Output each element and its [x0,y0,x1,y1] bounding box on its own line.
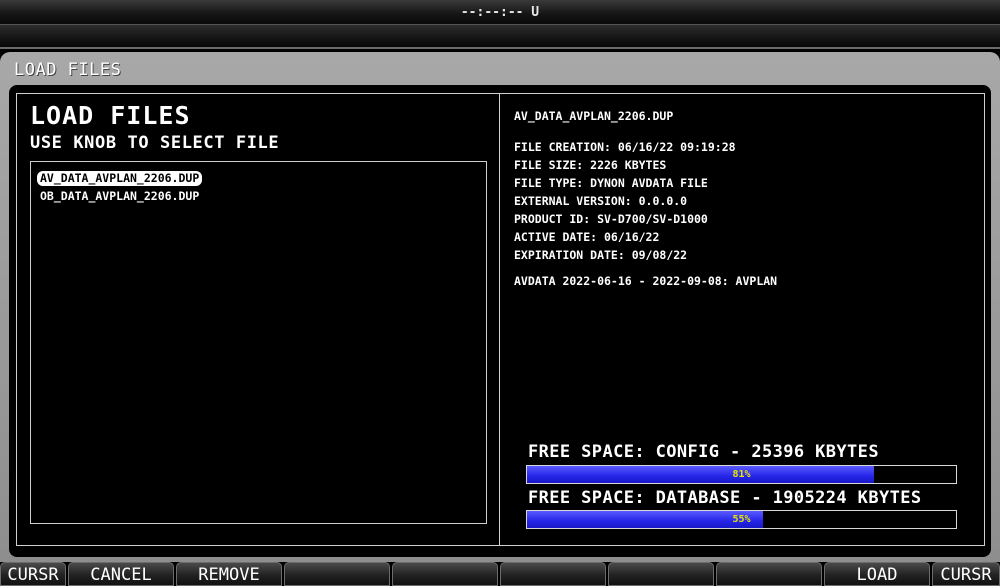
softkey-4[interactable] [284,562,390,586]
page-heading: LOAD FILES [30,101,191,130]
detail-active-date: ACTIVE DATE: 06/16/22 [514,230,660,244]
softkey-cursor-left[interactable]: CURSR [0,562,66,586]
free-space-database-label: FREE SPACE: DATABASE - 1905224 KBYTES [528,488,922,508]
softkey-8[interactable] [716,562,822,586]
softkey-cursor-right[interactable]: CURSR [932,562,1000,586]
free-space-config-percent: 81% [732,469,751,480]
softkey-7[interactable] [608,562,714,586]
softkey-load[interactable]: LOAD [824,562,930,586]
file-list[interactable]: AV_DATA_AVPLAN_2206.DUP OB_DATA_AVPLAN_2… [30,161,487,524]
panel-title: LOAD FILES [14,60,122,80]
softkey-5[interactable] [392,562,498,586]
detail-file-creation: FILE CREATION: 06/16/22 09:19:28 [514,140,736,154]
clock-readout: --:--:-- U [460,5,540,20]
detail-filename: AV_DATA_AVPLAN_2206.DUP [514,109,674,123]
detail-external-version: EXTERNAL VERSION: 0.0.0.0 [514,194,688,208]
file-list-item-selected[interactable]: AV_DATA_AVPLAN_2206.DUP [37,171,203,186]
free-space-config-bar: 81% [526,465,957,484]
detail-expiration-date: EXPIRATION DATE: 09/08/22 [514,248,688,262]
detail-summary: AVDATA 2022-06-16 - 2022-09-08: AVPLAN [514,274,778,288]
detail-file-type: FILE TYPE: DYNON AVDATA FILE [514,176,708,190]
free-space-database-percent: 55% [732,514,751,525]
free-space-config-label: FREE SPACE: CONFIG - 25396 KBYTES [528,442,879,462]
status-bar: --:--:-- U [0,0,1000,25]
instruction-text: USE KNOB TO SELECT FILE [30,133,280,153]
softkey-6[interactable] [500,562,606,586]
softkey-bar: CURSR CANCEL REMOVE LOAD CURSR [0,562,1000,586]
softkey-cancel[interactable]: CANCEL [68,562,174,586]
detail-file-size: FILE SIZE: 2226 KBYTES [514,158,667,172]
softkey-remove[interactable]: REMOVE [176,562,282,586]
detail-product-id: PRODUCT ID: SV-D700/SV-D1000 [514,212,708,226]
file-list-item[interactable]: OB_DATA_AVPLAN_2206.DUP [37,189,202,204]
top-toolbar [0,25,1000,49]
free-space-database-bar: 55% [526,510,957,529]
